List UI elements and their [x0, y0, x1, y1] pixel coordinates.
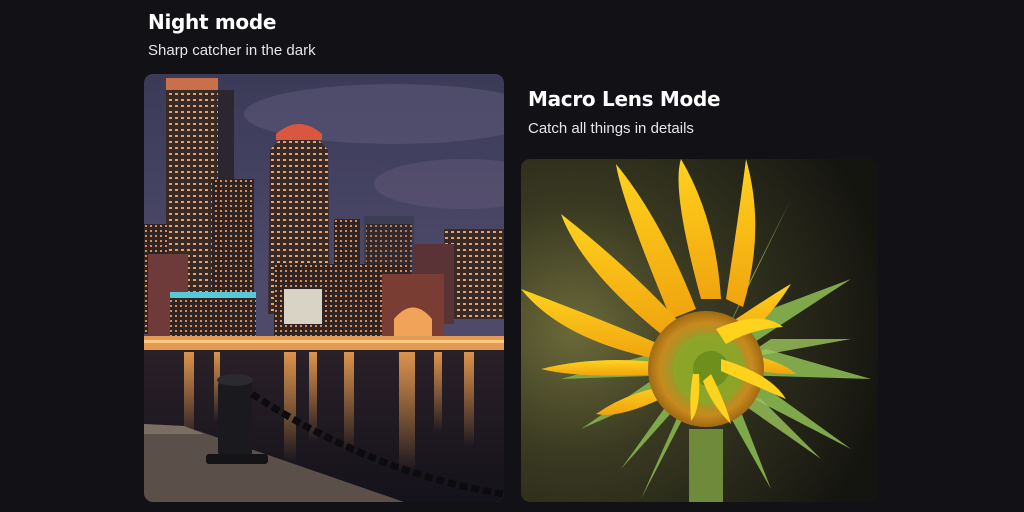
night-mode-title: Night mode: [148, 10, 277, 34]
macro-mode-photo: [521, 159, 878, 502]
macro-mode-title: Macro Lens Mode: [528, 87, 721, 111]
night-mode-subtitle: Sharp catcher in the dark: [148, 42, 316, 59]
night-mode-photo: [144, 74, 504, 502]
macro-mode-subtitle: Catch all things in details: [528, 120, 694, 137]
camera-feature-page: Night mode Sharp catcher in the dark Mac…: [0, 0, 1024, 512]
sunflower-illustration: [521, 159, 878, 502]
night-city-illustration: [144, 74, 504, 502]
